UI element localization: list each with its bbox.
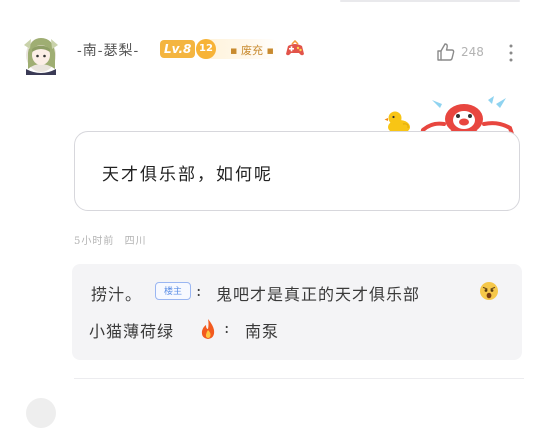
like-count: 248 [461,45,484,59]
reply-colon: : [196,281,202,300]
author-tag: 楼主 [155,282,191,300]
reply-text: 南泵 [245,322,280,341]
comment-user-name[interactable]: -南-瑟梨- [77,40,139,60]
fan-badge-label: ▪ 废充 ▪ [230,44,274,57]
user-avatar[interactable] [22,33,60,75]
gamepad-icon [286,40,304,56]
reply-user-name[interactable]: 小猫薄荷绿 [89,318,174,342]
more-vertical-icon[interactable] [506,42,516,64]
replies-box[interactable] [72,264,522,360]
level-badge: Lv.8 [160,40,196,58]
reply-text: 鬼吧才是真正的天才俱乐部 [216,285,421,304]
comment-text: 天才俱乐部，如何呢 [102,165,273,185]
thumb-up-icon[interactable] [436,42,456,62]
comment-meta: 5小时前 四川 [74,232,153,247]
reply-user-name[interactable]: 捞汁。 [91,281,142,305]
fan-badge: 12 ▪ 废充 ▪ [196,39,280,59]
top-divider [340,0,520,2]
fan-badge-level: 12 [196,39,216,59]
fire-icon [201,319,215,339]
comment-location: 四川 [124,236,147,247]
surprised-face-icon [480,282,498,300]
comment-time: 5小时前 [74,236,115,247]
reply-colon: : [224,318,230,337]
divider [74,378,524,379]
next-comment-avatar[interactable] [26,398,56,428]
